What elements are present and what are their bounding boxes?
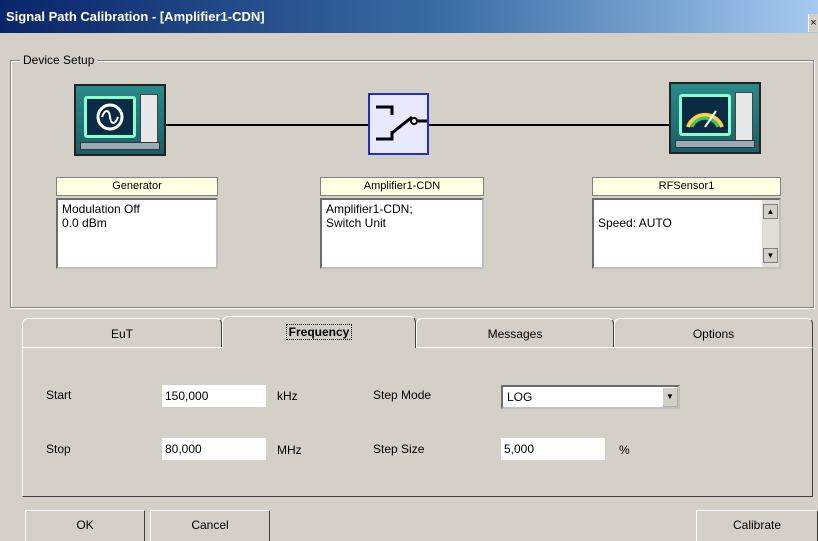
calibrate-button-label: Calibrate <box>732 518 782 532</box>
cancel-button[interactable]: Cancel <box>150 510 270 541</box>
start-label: Start <box>46 388 72 402</box>
generator-knobs <box>140 94 158 144</box>
close-button[interactable]: × <box>808 14 818 32</box>
step-mode-select[interactable]: LOG ▼ <box>501 385 680 409</box>
start-input[interactable] <box>162 385 266 407</box>
tab-frequency[interactable]: Frequency <box>222 316 416 348</box>
signal-wire-right <box>429 124 669 126</box>
tab-frequency-label: Frequency <box>285 324 353 340</box>
amplifier-title: Amplifier1-CDN <box>320 177 484 196</box>
scroll-down-icon[interactable]: ▼ <box>763 248 778 263</box>
rf-sensor-scrollbar[interactable]: ▲ ▼ <box>762 200 779 267</box>
rf-sensor-info: Speed: AUTO ▲ ▼ <box>592 198 781 269</box>
rf-sensor-title: RFSensor1 <box>592 177 781 196</box>
switch-icon[interactable] <box>368 93 429 155</box>
stop-label: Stop <box>46 442 71 456</box>
calibrate-button[interactable]: Calibrate <box>696 510 818 541</box>
tab-eut[interactable]: EuT <box>22 318 222 348</box>
stop-unit: MHz <box>277 443 302 457</box>
step-size-unit: % <box>619 443 630 457</box>
step-size-input[interactable] <box>501 438 605 460</box>
tab-messages[interactable]: Messages <box>416 318 614 348</box>
stop-input[interactable] <box>162 438 266 460</box>
rf-sensor-icon[interactable] <box>669 82 761 154</box>
tab-options-label: Options <box>692 327 735 341</box>
title-bar: Signal Path Calibration - [Amplifier1-CD… <box>0 0 818 33</box>
tab-messages-label: Messages <box>487 327 543 341</box>
calibration-window: Signal Path Calibration - [Amplifier1-CD… <box>0 0 818 541</box>
tab-eut-label: EuT <box>110 327 133 341</box>
generator-base <box>80 142 160 150</box>
step-size-label: Step Size <box>373 442 425 456</box>
tab-options[interactable]: Options <box>614 318 813 348</box>
close-icon: × <box>810 17 817 29</box>
step-mode-label: Step Mode <box>373 388 432 402</box>
amplifier-info: Amplifier1-CDN; Switch Unit <box>320 198 484 269</box>
rf-sensor-screen <box>679 94 731 136</box>
generator-info: Modulation Off 0.0 dBm <box>56 198 218 269</box>
window-title: Signal Path Calibration - [Amplifier1-CD… <box>6 9 265 24</box>
rf-sensor-knobs <box>735 92 753 142</box>
rf-sensor-info-text: Speed: AUTO <box>598 216 672 230</box>
rf-sensor-base <box>675 140 755 148</box>
chevron-down-icon[interactable]: ▼ <box>662 387 678 407</box>
frequency-panel <box>22 347 813 497</box>
ok-button-label: OK <box>76 518 94 532</box>
scroll-up-icon[interactable]: ▲ <box>763 204 778 219</box>
signal-generator-icon[interactable] <box>74 84 166 156</box>
step-mode-value: LOG <box>507 390 533 404</box>
ok-button[interactable]: OK <box>25 510 145 541</box>
signal-wire-left <box>166 124 368 126</box>
tab-strip: EuT Frequency Messages Options <box>22 316 814 348</box>
generator-title: Generator <box>56 177 218 196</box>
cancel-button-label: Cancel <box>191 518 229 532</box>
generator-screen <box>84 96 136 138</box>
device-setup-label: Device Setup <box>20 53 98 67</box>
start-unit: kHz <box>277 389 298 403</box>
